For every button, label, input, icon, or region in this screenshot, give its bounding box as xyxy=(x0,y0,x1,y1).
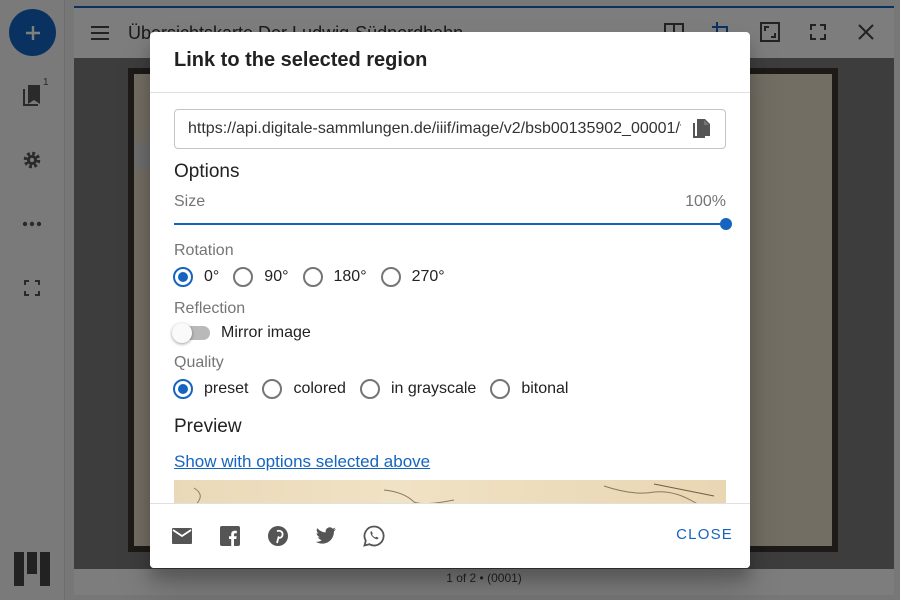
rotation-option-0[interactable]: 0° xyxy=(173,267,219,287)
rotation-option-270[interactable]: 270° xyxy=(380,267,445,287)
radio-label: preset xyxy=(204,380,249,397)
facebook-icon xyxy=(220,526,240,546)
copy-url-button[interactable] xyxy=(689,117,713,141)
share-email-button[interactable] xyxy=(170,524,194,548)
slider-track xyxy=(174,223,726,225)
mirror-label: Mirror image xyxy=(221,324,311,341)
quality-option-bitonal[interactable]: bitonal xyxy=(490,379,568,399)
size-value: 100% xyxy=(685,193,726,210)
radio-label: 0° xyxy=(204,268,220,285)
rotation-label: Rotation xyxy=(174,242,234,259)
share-pinterest-button[interactable] xyxy=(266,524,290,548)
size-slider[interactable] xyxy=(174,214,732,234)
map-fragment xyxy=(193,483,715,503)
size-label: Size xyxy=(174,193,206,210)
copy-icon xyxy=(693,119,710,138)
dialog-actions: CLOSE xyxy=(150,503,750,568)
radio-button[interactable] xyxy=(233,267,254,287)
options-heading: Options xyxy=(174,161,240,182)
radio-button[interactable] xyxy=(359,379,380,399)
close-button[interactable]: CLOSE xyxy=(676,526,733,543)
share-twitter-button[interactable] xyxy=(314,524,338,548)
slider-thumb[interactable] xyxy=(720,218,732,230)
preview-link[interactable]: Show with options selected above xyxy=(174,452,726,472)
whatsapp-icon xyxy=(363,525,385,547)
radio-button[interactable] xyxy=(380,267,401,287)
radio-label: bitonal xyxy=(521,380,569,397)
radio-button[interactable] xyxy=(262,379,283,399)
dialog-content: https://api.digitale-sammlungen.de/iiif/… xyxy=(150,93,750,503)
radio-label: 90° xyxy=(264,268,289,285)
rotation-option-90[interactable]: 90° xyxy=(233,267,289,287)
radio-label: colored xyxy=(293,380,346,397)
radio-button[interactable] xyxy=(302,267,323,287)
radio-button[interactable] xyxy=(173,379,193,399)
mirror-switch-row[interactable]: Mirror image xyxy=(172,320,726,346)
twitter-icon xyxy=(315,527,336,544)
quality-options: preset colored in grayscale bitonal xyxy=(173,374,726,404)
share-whatsapp-button[interactable] xyxy=(362,524,386,548)
preview-image xyxy=(174,480,726,503)
quality-option-preset[interactable]: preset xyxy=(173,379,248,399)
radio-button[interactable] xyxy=(490,379,511,399)
mirror-toggle[interactable] xyxy=(172,323,210,343)
size-label-row: Size 100% xyxy=(174,193,726,211)
radio-button[interactable] xyxy=(173,267,193,287)
quality-option-colored[interactable]: colored xyxy=(262,379,346,399)
url-field[interactable]: https://api.digitale-sammlungen.de/iiif/… xyxy=(174,109,726,149)
radio-label: in grayscale xyxy=(390,380,477,397)
pinterest-icon xyxy=(268,526,288,546)
switch-knob[interactable] xyxy=(172,323,192,343)
share-facebook-button[interactable] xyxy=(218,524,242,548)
radio-label: 180° xyxy=(333,268,367,285)
dialog-title: Link to the selected region xyxy=(150,32,750,93)
radio-label: 270° xyxy=(411,268,445,285)
preview-heading: Preview xyxy=(174,416,242,437)
url-text[interactable]: https://api.digitale-sammlungen.de/iiif/… xyxy=(188,120,681,138)
rotation-options: 0° 90° 180° 270° xyxy=(173,262,726,292)
email-icon xyxy=(172,528,192,544)
quality-option-grayscale[interactable]: in grayscale xyxy=(359,379,477,399)
reflection-label: Reflection xyxy=(174,300,246,317)
share-link-dialog: Link to the selected region https://api.… xyxy=(150,32,750,568)
quality-label: Quality xyxy=(174,354,224,371)
rotation-option-180[interactable]: 180° xyxy=(302,267,367,287)
